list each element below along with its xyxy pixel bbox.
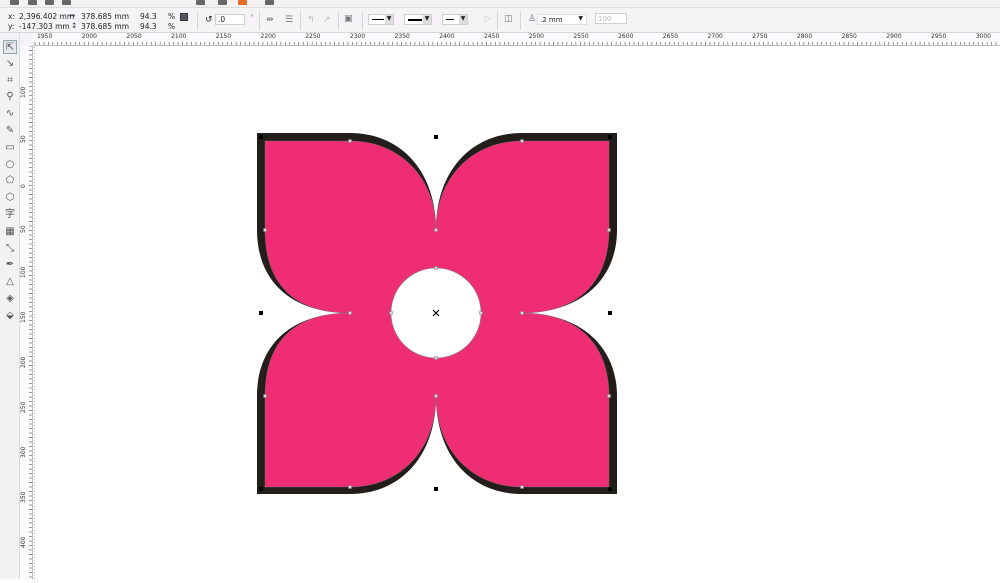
resize-handle[interactable] (434, 135, 438, 139)
node-handle[interactable] (434, 266, 438, 270)
resize-handle[interactable] (434, 487, 438, 491)
resize-handle[interactable] (259, 311, 263, 315)
toolbox: ⇱ ↘ ⌗ ⚲ ∿ ✎ ▭ ○ ⬠ ⬡ 字 ▦ ⤡ ✒ △ ◈ ⬙ (0, 33, 20, 579)
percent-label: % (168, 12, 176, 21)
pen-nib-icon: ♙ (528, 14, 537, 24)
node-handle[interactable] (434, 228, 438, 232)
mirror-vertical-icon[interactable]: ☰ (285, 15, 293, 25)
text-tool-icon[interactable]: 字 (3, 208, 17, 222)
shape-tool-icon[interactable]: ↘ (3, 57, 17, 71)
standard-toolbar (0, 0, 1000, 8)
line-style-dropdown[interactable]: ▼ (404, 14, 432, 25)
width-icon: ↔ (69, 11, 76, 20)
zoom-level-icon[interactable] (265, 0, 274, 5)
rotate-icon: ↺ (205, 15, 213, 25)
break-apart-icon[interactable]: ↰ (307, 15, 315, 25)
mirror-horizontal-icon[interactable]: ⇹ (266, 15, 274, 25)
polygon-tool-icon[interactable]: ⬠ (3, 174, 17, 188)
outline-tool-icon[interactable]: △ (3, 275, 17, 289)
end-arrow-dropdown[interactable]: ▼ (442, 14, 468, 25)
zoom-tool-icon[interactable]: ⚲ (3, 90, 17, 104)
node-handle[interactable] (520, 139, 524, 143)
vertical-ruler[interactable]: 100 50 0 50 100 150 200 250 300 350 400 (20, 46, 33, 579)
node-handle[interactable] (520, 485, 524, 489)
height-icon: ↕ (71, 21, 78, 30)
fill-tool-icon[interactable]: ◈ (3, 292, 17, 306)
x-position-field[interactable]: 2,396.402 mm (19, 12, 74, 21)
new-icon[interactable] (10, 0, 19, 5)
chevron-down-icon: ▼ (385, 15, 393, 24)
export-icon[interactable] (218, 0, 227, 5)
dimension-tool-icon[interactable]: ⤡ (3, 242, 17, 256)
drawing (34, 47, 617, 579)
scale-x-field[interactable]: 94.3 (140, 12, 157, 21)
save-icon[interactable] (45, 0, 54, 5)
ruler-corner[interactable] (20, 33, 33, 46)
node-handle[interactable] (434, 356, 438, 360)
node-handle[interactable] (263, 228, 267, 232)
drawing-canvas[interactable] (34, 47, 1000, 579)
ellipse-tool-icon[interactable]: ○ (3, 158, 17, 172)
pick-tool-icon[interactable]: ⇱ (3, 40, 17, 54)
node-handle[interactable] (263, 394, 267, 398)
y-label: y: (8, 22, 15, 31)
resize-handle[interactable] (608, 487, 612, 491)
node-handle[interactable] (607, 394, 611, 398)
combine-icon[interactable]: ↗ (323, 15, 331, 25)
node-handle[interactable] (348, 139, 352, 143)
start-arrow-dropdown[interactable]: ▼ (368, 14, 394, 25)
chevron-down-icon: ▼ (459, 15, 467, 24)
chevron-down-icon: ▼ (423, 15, 431, 24)
percent-label: % (168, 22, 176, 31)
width-field[interactable]: 378.685 mm (81, 12, 129, 21)
wrap-text-icon[interactable]: ▣ (344, 14, 353, 24)
node-handle[interactable] (389, 311, 393, 315)
node-handle[interactable] (348, 311, 352, 315)
node-handle[interactable] (479, 311, 483, 315)
horizontal-ruler[interactable]: 1950 2000 2050 2100 2150 2200 2250 2300 2350 2400… (33, 33, 1000, 46)
y-position-field[interactable]: -147.303 mm (19, 22, 70, 31)
resize-handle[interactable] (259, 135, 263, 139)
resize-handle[interactable] (608, 311, 612, 315)
rotation-field[interactable]: .0 (215, 14, 245, 25)
eyedropper-tool-icon[interactable]: ✒ (3, 258, 17, 272)
print-icon[interactable] (62, 0, 71, 5)
height-field[interactable]: 378.685 mm (81, 22, 129, 31)
node-handle[interactable] (520, 311, 524, 315)
outline-width-dropdown[interactable]: .2 mm ▼ (537, 14, 587, 25)
transparency-field[interactable]: 100 (595, 13, 627, 24)
outline-pen-icon[interactable]: ◫ (504, 14, 513, 24)
scale-y-field[interactable]: 94.3 (140, 22, 157, 31)
degree-label: ° (250, 13, 254, 22)
node-handle[interactable] (434, 394, 438, 398)
table-tool-icon[interactable]: ▦ (3, 225, 17, 239)
x-label: x: (8, 12, 15, 21)
property-bar: x: 2,396.402 mm y: -147.303 mm ↔ 378.685… (0, 8, 1000, 33)
lock-ratio-icon[interactable] (180, 13, 188, 21)
node-handle[interactable] (607, 228, 611, 232)
interactive-fill-tool-icon[interactable]: ⬙ (3, 309, 17, 323)
freehand-tool-icon[interactable]: ∿ (3, 107, 17, 121)
crop-tool-icon[interactable]: ⌗ (3, 74, 17, 88)
artistic-media-tool-icon[interactable]: ✎ (3, 124, 17, 138)
publish-icon[interactable] (238, 0, 247, 5)
rectangle-tool-icon[interactable]: ▭ (3, 141, 17, 155)
import-icon[interactable] (196, 0, 205, 5)
resize-handle[interactable] (259, 487, 263, 491)
basic-shapes-tool-icon[interactable]: ⬡ (3, 191, 17, 205)
node-handle[interactable] (348, 485, 352, 489)
open-icon[interactable] (28, 0, 37, 5)
resize-handle[interactable] (608, 135, 612, 139)
arrow-icon[interactable]: ▷ (484, 14, 491, 24)
